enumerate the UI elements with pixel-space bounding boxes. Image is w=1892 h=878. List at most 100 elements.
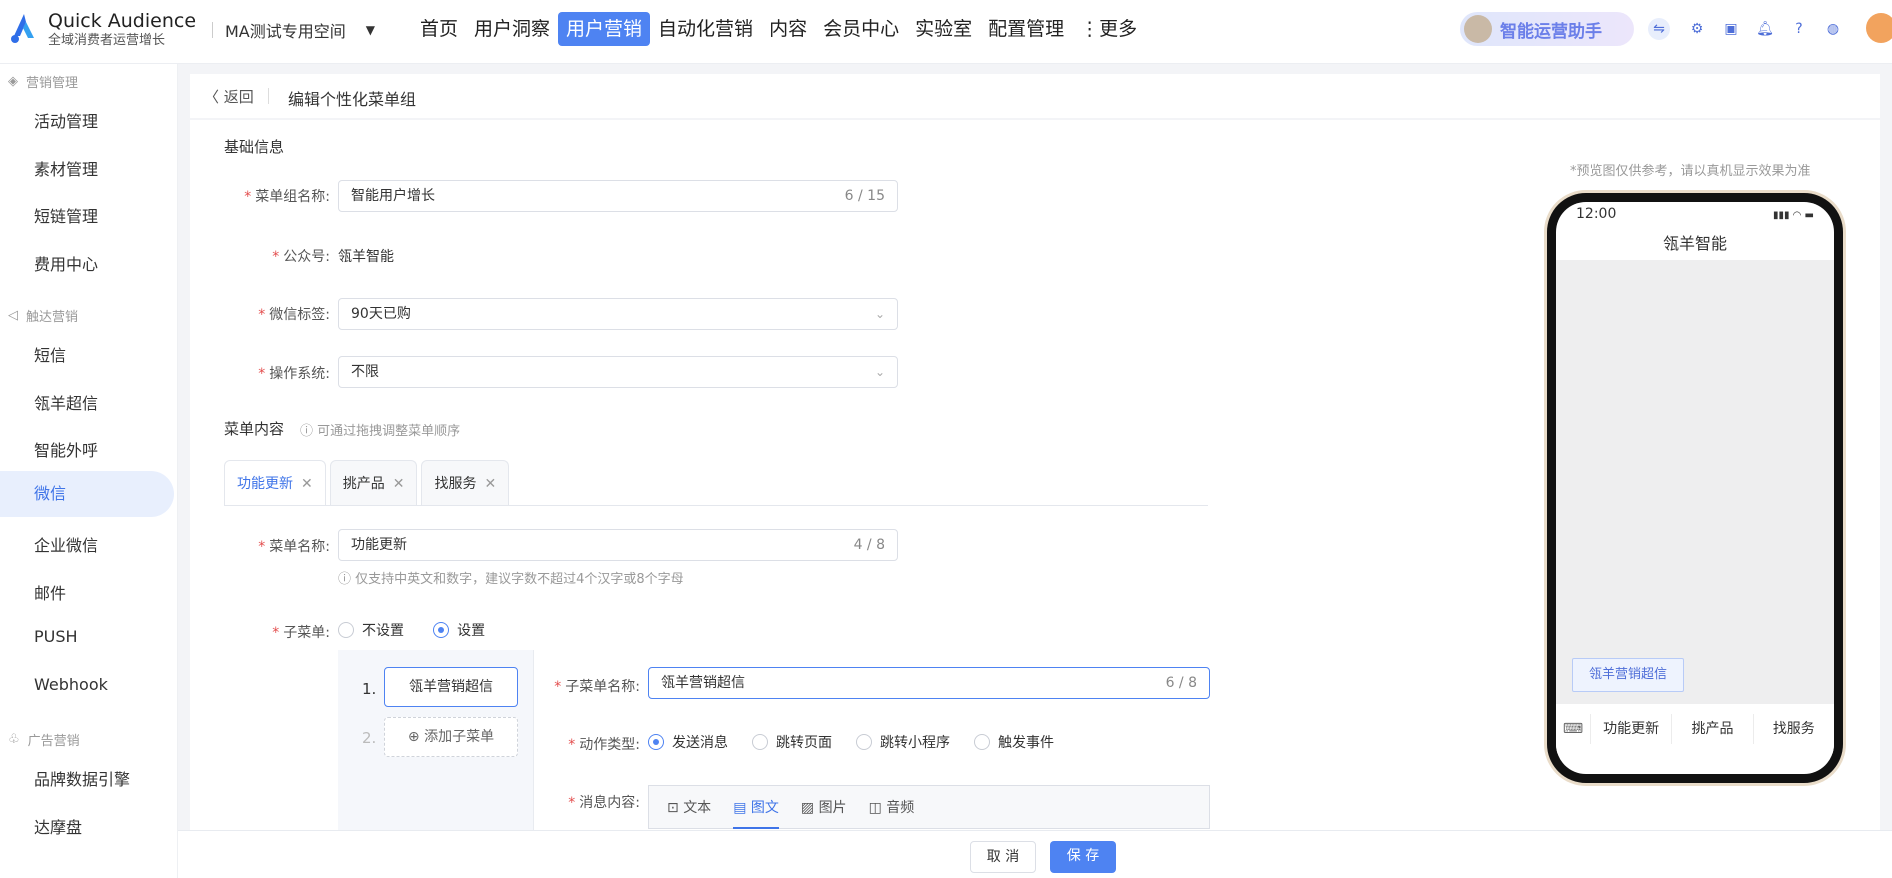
message-tab-3[interactable]: ◫ 音频: [869, 797, 915, 817]
message-tab-1[interactable]: ▤ 图文: [733, 797, 779, 829]
action-radio-group: 发送消息 跳转页面 跳转小程序 触发事件: [648, 732, 1078, 754]
back-link[interactable]: 〈 返回: [204, 86, 254, 107]
sidebar-item-1-7[interactable]: Webhook: [34, 675, 108, 694]
nav-item-5[interactable]: 会员中心: [815, 12, 907, 46]
submenu-off-radio[interactable]: 不设置: [338, 620, 404, 640]
globe-icon[interactable]: ◍: [1822, 18, 1844, 40]
group-name-input[interactable]: 智能用户增长 6 / 15: [338, 180, 898, 212]
group-name-count: 6 / 15: [844, 188, 885, 204]
status-icons: ▮▮▮ ◠ ▬: [1772, 210, 1814, 221]
divider: [268, 88, 269, 104]
action-radio-2[interactable]: 跳转小程序: [856, 732, 950, 752]
nav-item-7[interactable]: 配置管理: [980, 12, 1072, 46]
menu-name-hint: ⓘ 仅支持中英文和数字，建议字数不超过4个汉字或8个字母: [338, 572, 684, 587]
sidebar-item-1-1[interactable]: 瓴羊超信: [34, 390, 98, 414]
os-label: * 操作系统:: [258, 366, 330, 382]
sidebar-item-1-6[interactable]: PUSH: [34, 627, 78, 646]
group-icon: ♧: [8, 732, 20, 747]
sidebar-item-1-2[interactable]: 智能外呼: [34, 437, 98, 461]
sidebar-item-1-4[interactable]: 企业微信: [34, 532, 98, 556]
radio-circle: [338, 622, 354, 638]
section-title-menu: 菜单内容: [224, 420, 285, 438]
action-radio-0[interactable]: 发送消息: [648, 732, 728, 752]
help-icon[interactable]: ?: [1788, 18, 1810, 40]
sidebar-item-0-1[interactable]: 素材管理: [34, 156, 98, 180]
phone-account-title: 瓴羊智能: [1662, 234, 1727, 253]
chevron-down-icon: ⌄: [874, 307, 885, 321]
nav-item-4[interactable]: 内容: [761, 12, 815, 46]
sidebar-item-1-0[interactable]: 短信: [34, 342, 66, 366]
group-icon: ◁: [8, 308, 18, 323]
sidebar-item-1-3[interactable]: 微信: [0, 470, 174, 517]
bell-icon[interactable]: 🔔︎: [1754, 18, 1776, 40]
nav-item-1[interactable]: 用户洞察: [466, 12, 558, 46]
switch-icon[interactable]: ⇋: [1648, 18, 1670, 40]
sidebar-group-1: ◁ 触达营销: [8, 306, 78, 325]
menu-name-label: * 菜单名称:: [258, 539, 330, 555]
user-avatar[interactable]: [1866, 13, 1892, 43]
menu-tab-1[interactable]: 挑产品 ✕: [329, 460, 418, 506]
message-tab-0[interactable]: ⊡ 文本: [667, 797, 711, 817]
section-title-basic: 基础信息: [224, 138, 285, 156]
sidebar-item-2-1[interactable]: 达摩盘: [34, 814, 82, 838]
message-tab-label: 音频: [886, 800, 915, 816]
sub-index-2: 2.: [362, 729, 377, 747]
action-label: 跳转页面: [776, 735, 832, 751]
action-type-label: * 动作类型:: [568, 737, 640, 753]
brand[interactable]: Quick Audience 全域消费者运营增长: [48, 10, 196, 50]
menu-name-input[interactable]: 功能更新 4 / 8: [338, 529, 898, 561]
phone-menu-3: 找服务: [1752, 714, 1834, 744]
sidebar-item-0-2[interactable]: 短链管理: [34, 203, 98, 227]
group-name-value: 智能用户增长: [351, 188, 435, 204]
sidebar-item-0-3[interactable]: 费用中心: [34, 251, 98, 275]
radio-circle: [752, 734, 768, 750]
keyboard-icon: ⌨: [1562, 721, 1584, 737]
save-button[interactable]: 保 存: [1050, 841, 1116, 873]
brand-tagline: 全域消费者运营增长: [48, 33, 166, 48]
menu-tab-2[interactable]: 找服务 ✕: [421, 460, 510, 506]
phone-time: 12:00: [1576, 206, 1617, 222]
action-label: 跳转小程序: [880, 735, 950, 751]
submenu-radio-group: 不设置 设置: [338, 620, 509, 642]
menu-tab-label: 功能更新: [237, 476, 293, 492]
menu-tab-label: 挑产品: [342, 476, 385, 492]
briefcase-icon[interactable]: ▣: [1720, 18, 1742, 40]
nav-item-0[interactable]: 首页: [412, 12, 466, 46]
sidebar-item-0-0[interactable]: 活动管理: [34, 108, 98, 132]
message-tab-2[interactable]: ▨ 图片: [801, 797, 847, 817]
nav-item-6[interactable]: 实验室: [907, 12, 980, 46]
action-radio-3[interactable]: 触发事件: [974, 732, 1054, 752]
phone-menu-1: 功能更新: [1590, 714, 1671, 744]
close-icon[interactable]: ✕: [301, 476, 313, 492]
nav-item-3[interactable]: 自动化营销: [650, 12, 761, 46]
tag-select[interactable]: 90天已购 ⌄: [338, 298, 898, 330]
os-select[interactable]: 不限 ⌄: [338, 356, 898, 388]
action-label: 触发事件: [998, 735, 1054, 751]
sub-name-input[interactable]: 瓴羊营销超信 6 / 8: [648, 667, 1210, 699]
sidebar-group-2: ♧ 广告营销: [8, 730, 80, 749]
close-icon[interactable]: ✕: [393, 476, 405, 492]
group-name-label: * 菜单组名称:: [244, 189, 330, 205]
message-label: * 消息内容:: [568, 795, 640, 811]
action-label: 发送消息: [672, 735, 728, 751]
assistant-button[interactable]: 智能运营助手: [1460, 12, 1634, 46]
sidebar-item-2-0[interactable]: 品牌数据引擎: [34, 766, 130, 790]
quick-audience-logo-icon: [11, 14, 34, 43]
workspace-selector[interactable]: MA测试专用空间 ▼: [212, 18, 375, 42]
message-type-icon: ▨: [800, 800, 819, 816]
add-submenu-button[interactable]: ⊕ 添加子菜单: [384, 717, 518, 757]
app-icon[interactable]: ⚙: [1686, 18, 1708, 40]
cancel-button[interactable]: 取 消: [970, 841, 1036, 873]
submenu-on-radio[interactable]: 设置: [433, 620, 485, 640]
menu-tab-0[interactable]: 功能更新 ✕: [224, 460, 326, 506]
close-icon[interactable]: ✕: [484, 476, 496, 492]
divider: [212, 22, 213, 38]
action-radio-1[interactable]: 跳转页面: [752, 732, 832, 752]
page-header: 〈 返回 编辑个性化菜单组: [190, 74, 1880, 118]
submenu-item-1[interactable]: 瓴羊营销超信: [384, 667, 518, 707]
nav-item-8[interactable]: ⋮更多: [1072, 12, 1145, 46]
message-tab-label: 图文: [750, 800, 779, 816]
sidebar-item-1-5[interactable]: 邮件: [34, 580, 66, 604]
nav-item-2[interactable]: 用户营销: [558, 12, 651, 46]
top-bar: Quick Audience 全域消费者运营增长 MA测试专用空间 ▼ 首页 用户…: [0, 0, 1892, 64]
